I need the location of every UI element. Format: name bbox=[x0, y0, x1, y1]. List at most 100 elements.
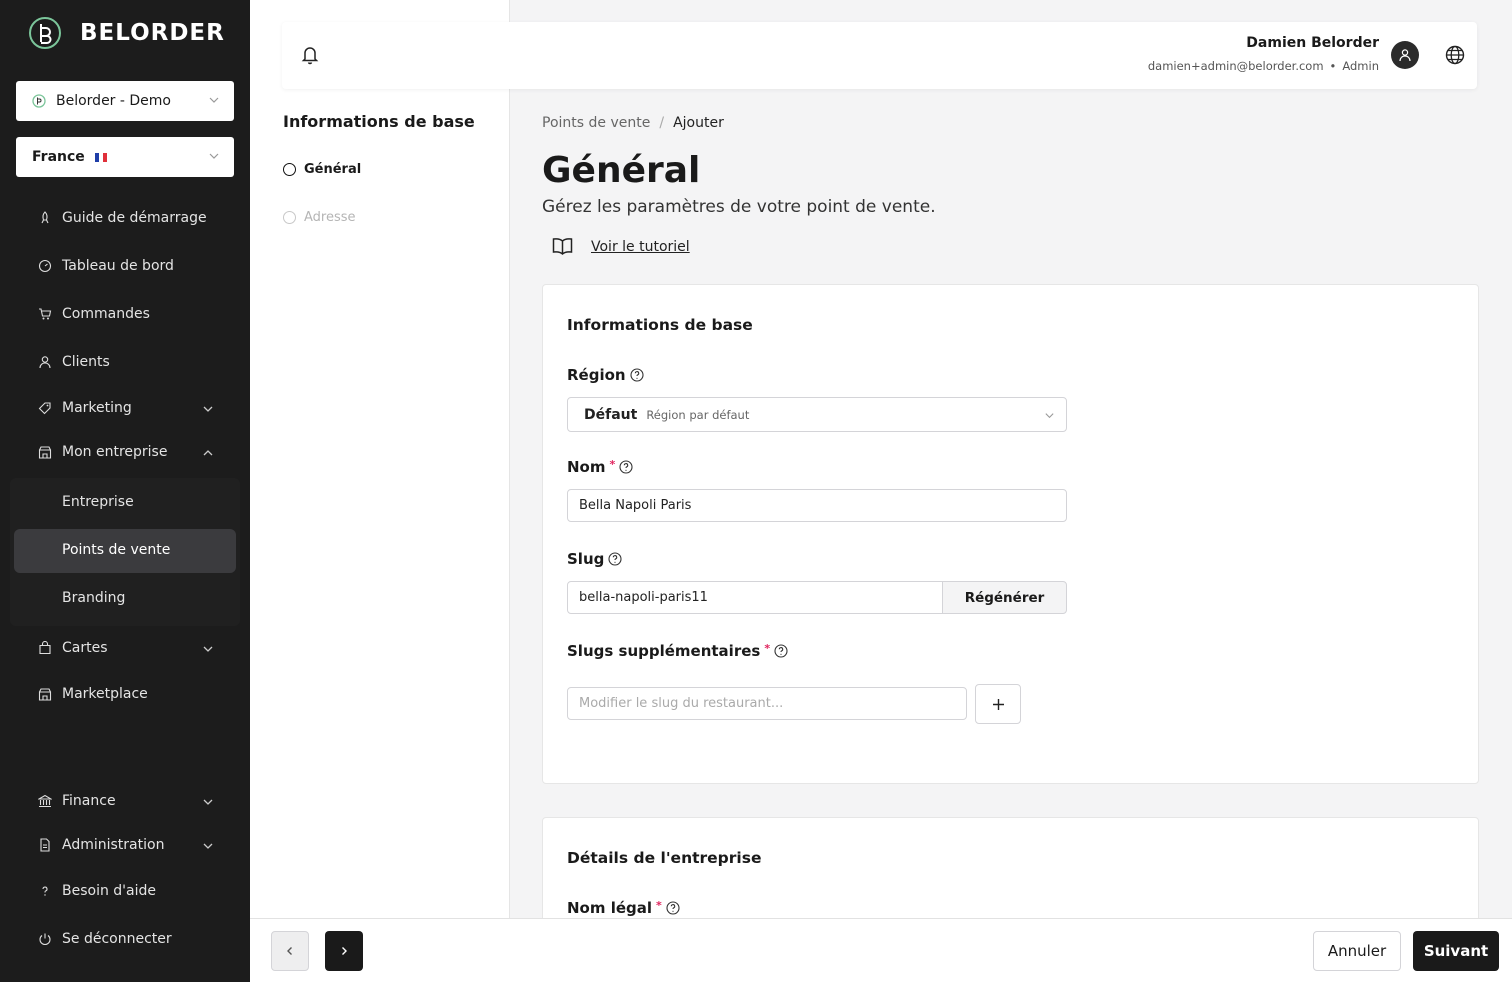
tutorial-link[interactable]: Voir le tutoriel bbox=[591, 239, 690, 255]
chevron-right-icon bbox=[342, 947, 347, 955]
regenerate-button[interactable]: Régénérer bbox=[942, 581, 1067, 614]
sidebar-item-marketplace[interactable]: Marketplace bbox=[38, 686, 228, 702]
region-hint: Région par défaut bbox=[646, 407, 750, 422]
sidebar-item-logout[interactable]: Se déconnecter bbox=[38, 931, 228, 947]
step-circle-icon bbox=[283, 211, 296, 224]
gauge-icon bbox=[38, 259, 52, 273]
plus-icon bbox=[992, 698, 1004, 710]
step-address[interactable]: Adresse bbox=[283, 210, 356, 225]
page-subtitle: Gérez les paramètres de votre point de v… bbox=[542, 197, 936, 217]
sidebar: BELORDER Belorder - Demo France Guide de… bbox=[0, 0, 250, 982]
sidebar-item-label: Mon entreprise bbox=[62, 444, 168, 460]
help-circle-icon[interactable] bbox=[619, 460, 633, 474]
question-icon bbox=[42, 886, 48, 896]
breadcrumb: Points de vente / Ajouter bbox=[542, 115, 724, 131]
required-marker: * bbox=[656, 898, 662, 912]
help-circle-icon[interactable] bbox=[608, 552, 622, 566]
sidebar-item-help[interactable]: Besoin d'aide bbox=[38, 883, 228, 899]
tutorial-link-row[interactable]: Voir le tutoriel bbox=[552, 237, 690, 256]
cancel-button[interactable]: Annuler bbox=[1313, 931, 1401, 971]
previous-button[interactable] bbox=[271, 931, 309, 971]
store-icon bbox=[38, 688, 52, 701]
user-meta: damien+admin@belorder.com • Admin bbox=[1148, 59, 1379, 73]
sidebar-item-administration[interactable]: Administration bbox=[38, 837, 228, 853]
workspace-logo-icon bbox=[32, 94, 46, 108]
submit-next-button[interactable]: Suivant bbox=[1413, 931, 1499, 971]
sidebar-item-label: Clients bbox=[62, 354, 110, 370]
chevron-left-icon bbox=[287, 947, 292, 955]
step-general[interactable]: Général bbox=[283, 162, 361, 177]
region-label-text: Région bbox=[567, 366, 626, 384]
document-icon bbox=[40, 838, 50, 852]
sidebar-item-label: Finance bbox=[62, 793, 116, 809]
power-icon bbox=[39, 933, 51, 946]
tag-icon bbox=[38, 402, 51, 415]
chevron-down-icon bbox=[203, 799, 213, 805]
workspace-name: Belorder - Demo bbox=[56, 93, 171, 109]
sidebar-item-label: Tableau de bord bbox=[62, 258, 174, 274]
sidebar-item-marketing[interactable]: Marketing bbox=[38, 400, 228, 416]
bell-icon[interactable] bbox=[301, 45, 319, 65]
chevron-down-icon bbox=[209, 97, 219, 103]
country-select[interactable]: France bbox=[16, 137, 234, 177]
chevron-down-icon bbox=[209, 153, 219, 159]
basic-info-card: Informations de base Région Défaut Régio… bbox=[542, 284, 1479, 784]
workspace-select[interactable]: Belorder - Demo bbox=[16, 81, 234, 121]
name-input[interactable]: Bella Napoli Paris bbox=[567, 489, 1067, 522]
sidebar-item-label: Guide de démarrage bbox=[62, 210, 207, 226]
submenu-item-entreprise[interactable]: Entreprise bbox=[62, 494, 134, 510]
region-label: Région bbox=[567, 366, 644, 384]
breadcrumb-current: Ajouter bbox=[673, 115, 724, 131]
extra-slugs-label-text: Slugs supplémentaires bbox=[567, 642, 761, 660]
cart-icon bbox=[39, 308, 52, 320]
slug-input[interactable]: bella-napoli-paris11 bbox=[567, 581, 943, 614]
user-icon bbox=[1399, 49, 1411, 62]
add-slug-button[interactable] bbox=[975, 684, 1021, 724]
steps-title: Informations de base bbox=[283, 112, 475, 131]
slug-label: Slug bbox=[567, 550, 622, 568]
region-select[interactable]: Défaut Région par défaut bbox=[567, 397, 1067, 432]
slug-label-text: Slug bbox=[567, 550, 605, 568]
avatar[interactable] bbox=[1391, 41, 1419, 69]
brand-logo[interactable]: BELORDER bbox=[28, 16, 225, 50]
submenu-item-branding[interactable]: Branding bbox=[62, 590, 125, 606]
extra-slugs-label: Slugs supplémentaires * bbox=[567, 642, 788, 660]
sidebar-item-label: Besoin d'aide bbox=[62, 883, 156, 899]
extra-slug-input[interactable]: Modifier le slug du restaurant... bbox=[567, 687, 967, 720]
rocket-icon bbox=[41, 211, 49, 224]
bag-icon bbox=[39, 641, 51, 655]
submenu-item-points-de-vente[interactable]: Points de vente bbox=[62, 542, 170, 558]
book-icon bbox=[552, 238, 573, 256]
sidebar-item-label: Administration bbox=[62, 837, 165, 853]
sidebar-item-clients[interactable]: Clients bbox=[38, 354, 228, 370]
help-circle-icon[interactable] bbox=[666, 901, 680, 915]
help-circle-icon[interactable] bbox=[630, 368, 644, 382]
globe-icon[interactable] bbox=[1445, 45, 1465, 65]
legal-name-label-text: Nom légal bbox=[567, 899, 653, 917]
store-icon bbox=[38, 446, 52, 459]
card-title: Détails de l'entreprise bbox=[567, 849, 762, 867]
chevron-down-icon bbox=[203, 646, 213, 652]
belorder-logo-icon bbox=[29, 17, 61, 49]
next-step-button[interactable] bbox=[325, 931, 363, 971]
breadcrumb-parent[interactable]: Points de vente bbox=[542, 115, 650, 131]
sidebar-item-guide[interactable]: Guide de démarrage bbox=[38, 210, 228, 226]
chevron-down-icon bbox=[1045, 413, 1054, 419]
user-role: Admin bbox=[1342, 59, 1379, 73]
user-name: Damien Belorder bbox=[1246, 35, 1379, 51]
required-marker: * bbox=[609, 457, 616, 471]
top-bar: Damien Belorder damien+admin@belorder.co… bbox=[282, 22, 1477, 89]
sidebar-item-finance[interactable]: Finance bbox=[38, 793, 228, 809]
sidebar-item-cards[interactable]: Cartes bbox=[38, 640, 228, 656]
name-label-text: Nom bbox=[567, 458, 606, 476]
required-marker: * bbox=[764, 641, 771, 655]
help-circle-icon[interactable] bbox=[774, 644, 788, 658]
sidebar-item-company[interactable]: Mon entreprise bbox=[38, 444, 228, 460]
sidebar-item-dashboard[interactable]: Tableau de bord bbox=[38, 258, 228, 274]
country-name: France bbox=[32, 149, 85, 165]
sidebar-item-orders[interactable]: Commandes bbox=[38, 306, 228, 322]
legal-name-label: Nom légal * bbox=[567, 899, 680, 917]
step-label: Général bbox=[304, 162, 362, 177]
steps-panel: Informations de base Général Adresse bbox=[250, 0, 510, 918]
region-value: Défaut bbox=[584, 406, 638, 423]
